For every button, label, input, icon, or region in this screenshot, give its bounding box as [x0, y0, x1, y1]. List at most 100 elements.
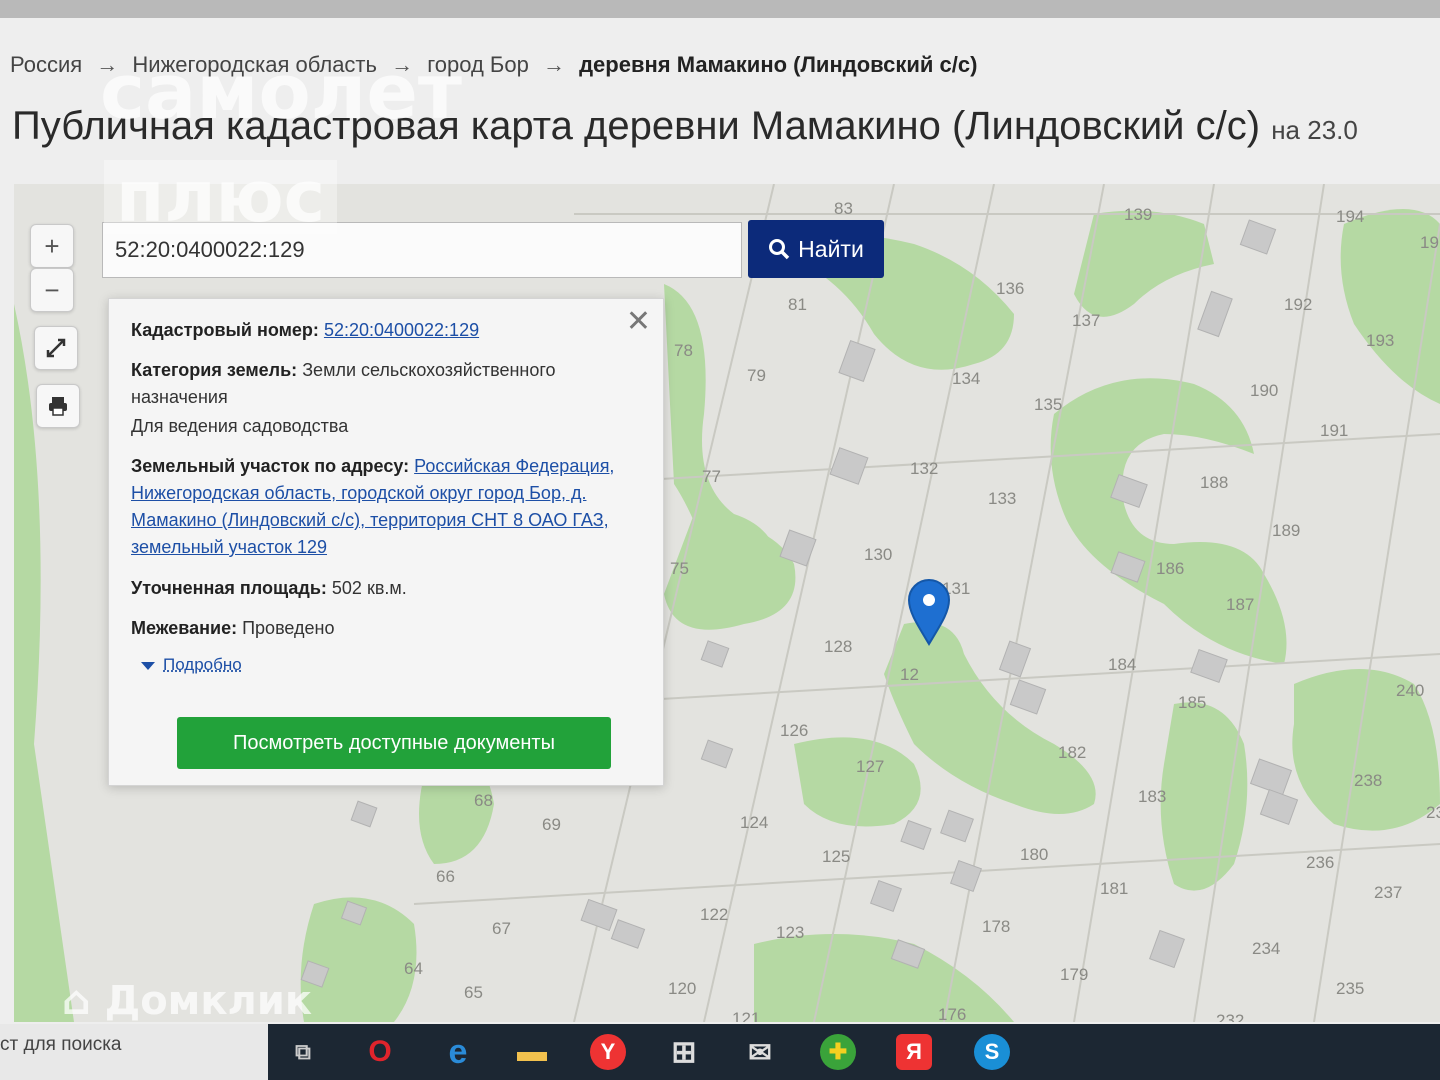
parcel-label: 81 — [788, 295, 807, 314]
survey-label: Межевание: — [131, 618, 238, 638]
parcel-label: 194 — [1336, 207, 1364, 226]
view-documents-button[interactable]: Посмотреть доступные документы — [177, 717, 611, 769]
parcel-label: 123 — [776, 923, 804, 942]
cadastral-search-input[interactable] — [102, 222, 742, 278]
task-view-icon[interactable]: ⧉ — [285, 1034, 321, 1070]
print-button[interactable] — [36, 384, 80, 428]
parcel-label: 183 — [1138, 787, 1166, 806]
triangle-down-icon — [141, 661, 155, 670]
parcel-label: 184 — [1108, 655, 1136, 674]
search-button[interactable]: Найти — [748, 220, 884, 278]
breadcrumb-separator: → — [542, 52, 565, 77]
yandex-browser-icon[interactable]: Y — [590, 1034, 626, 1070]
parcel-label: 234 — [1252, 939, 1280, 958]
expand-icon — [46, 338, 66, 358]
parcel-label: 19 — [1420, 233, 1439, 252]
parcel-label: 68 — [474, 791, 493, 810]
edge-icon[interactable]: e — [440, 1033, 476, 1071]
browser-top-strip — [0, 0, 1440, 18]
parcel-label: 66 — [436, 867, 455, 886]
parcel-label: 136 — [996, 279, 1024, 298]
parcel-label: 238 — [1354, 771, 1382, 790]
parcel-label: 126 — [780, 721, 808, 740]
parcel-label: 132 — [910, 459, 938, 478]
parcel-label: 64 — [404, 959, 423, 978]
fullscreen-button[interactable] — [34, 326, 78, 370]
search-icon — [769, 239, 790, 260]
details-toggle-label: Подробно — [163, 655, 242, 674]
store-icon[interactable]: ⊞ — [666, 1034, 702, 1070]
cadastral-number-label: Кадастровый номер: — [131, 320, 319, 340]
zoom-in-button[interactable]: + — [30, 224, 74, 268]
breadcrumb-current: деревня Мамакино (Линдовский с/с) — [579, 52, 978, 77]
green-app-icon[interactable]: ✚ — [820, 1034, 856, 1070]
parcel-label: 178 — [982, 917, 1010, 936]
parcel-label: 134 — [952, 369, 980, 388]
skype-icon[interactable]: S — [974, 1034, 1010, 1070]
survey-row: Межевание: Проведено — [131, 615, 335, 642]
parcel-label: 240 — [1396, 681, 1424, 700]
parcel-label: 237 — [1374, 883, 1402, 902]
parcel-label: 78 — [674, 341, 693, 360]
zoom-in-icon: + — [44, 230, 60, 261]
breadcrumb: Россия → Нижегородская область → город Б… — [10, 52, 977, 78]
page-title-date: на 23.0 — [1271, 115, 1358, 145]
land-usage: Для ведения садоводства — [131, 416, 349, 436]
parcel-label: 79 — [747, 366, 766, 385]
parcel-info-popup: ✕ Кадастровый номер: 52:20:0400022:129 К… — [108, 298, 664, 786]
taskbar-search-text: ст для поиска — [0, 1034, 122, 1055]
parcel-label: 125 — [822, 847, 850, 866]
yandex-icon[interactable]: Я — [896, 1034, 932, 1070]
area-value: 502 кв.м. — [331, 578, 407, 598]
parcel-label: 189 — [1272, 521, 1300, 540]
file-explorer-icon[interactable]: ▬ — [514, 1034, 550, 1070]
parcel-label: 187 — [1226, 595, 1254, 614]
parcel-label: 128 — [824, 637, 852, 656]
parcel-label: 83 — [834, 199, 853, 218]
opera-icon[interactable]: O — [362, 1034, 398, 1070]
taskbar: ст для поиска ⧉ O e ▬ Y ⊞ ✉ ✚ Я S — [0, 1024, 1440, 1080]
parcel-label: 181 — [1100, 879, 1128, 898]
parcel-label: 77 — [702, 467, 721, 486]
parcel-label: 120 — [668, 979, 696, 998]
parcel-label: 122 — [700, 905, 728, 924]
survey-value: Проведено — [242, 618, 335, 638]
parcel-label: 133 — [988, 489, 1016, 508]
breadcrumb-separator: → — [96, 52, 119, 77]
parcel-label: 176 — [938, 1005, 966, 1022]
address-label: Земельный участок по адресу: — [131, 456, 410, 476]
mail-icon[interactable]: ✉ — [742, 1034, 778, 1070]
area-row: Уточненная площадь: 502 кв.м. — [131, 575, 407, 602]
parcel-label: 12 — [900, 665, 919, 684]
parcel-label: 192 — [1284, 295, 1312, 314]
breadcrumb-separator: → — [391, 52, 414, 77]
parcel-label: 139 — [1124, 205, 1152, 224]
zoom-out-icon: − — [44, 274, 60, 305]
taskbar-search-box[interactable]: ст для поиска — [0, 1024, 268, 1080]
land-category-label: Категория земель: — [131, 360, 298, 380]
close-icon[interactable]: ✕ — [626, 307, 651, 337]
breadcrumb-item-city[interactable]: город Бор — [427, 52, 529, 77]
breadcrumb-item-region[interactable]: Нижегородская область — [132, 52, 377, 77]
parcel-label: 193 — [1366, 331, 1394, 350]
parcel-label: 190 — [1250, 381, 1278, 400]
parcel-label: 232 — [1216, 1011, 1244, 1022]
parcel-label: 137 — [1072, 311, 1100, 330]
page-title-text: Публичная кадастровая карта деревни Мама… — [12, 104, 1261, 148]
area-label: Уточненная площадь: — [131, 578, 327, 598]
parcel-label: 191 — [1320, 421, 1348, 440]
parcel-label: 135 — [1034, 395, 1062, 414]
breadcrumb-item-russia[interactable]: Россия — [10, 52, 82, 77]
details-toggle[interactable]: Подробно — [141, 655, 242, 675]
parcel-label: 75 — [670, 559, 689, 578]
parcel-label: 180 — [1020, 845, 1048, 864]
parcel-label: 186 — [1156, 559, 1184, 578]
land-category-row: Категория земель: Земли сельскохозяйстве… — [131, 357, 601, 411]
address-row: Земельный участок по адресу: Российская … — [131, 453, 621, 561]
page-title: Публичная кадастровая карта деревни Мама… — [12, 104, 1358, 149]
parcel-label: 124 — [740, 813, 768, 832]
zoom-out-button[interactable]: − — [30, 268, 74, 312]
parcel-label: 65 — [464, 983, 483, 1002]
parcel-label: 23 — [1426, 803, 1440, 822]
cadastral-number-link[interactable]: 52:20:0400022:129 — [324, 320, 479, 340]
